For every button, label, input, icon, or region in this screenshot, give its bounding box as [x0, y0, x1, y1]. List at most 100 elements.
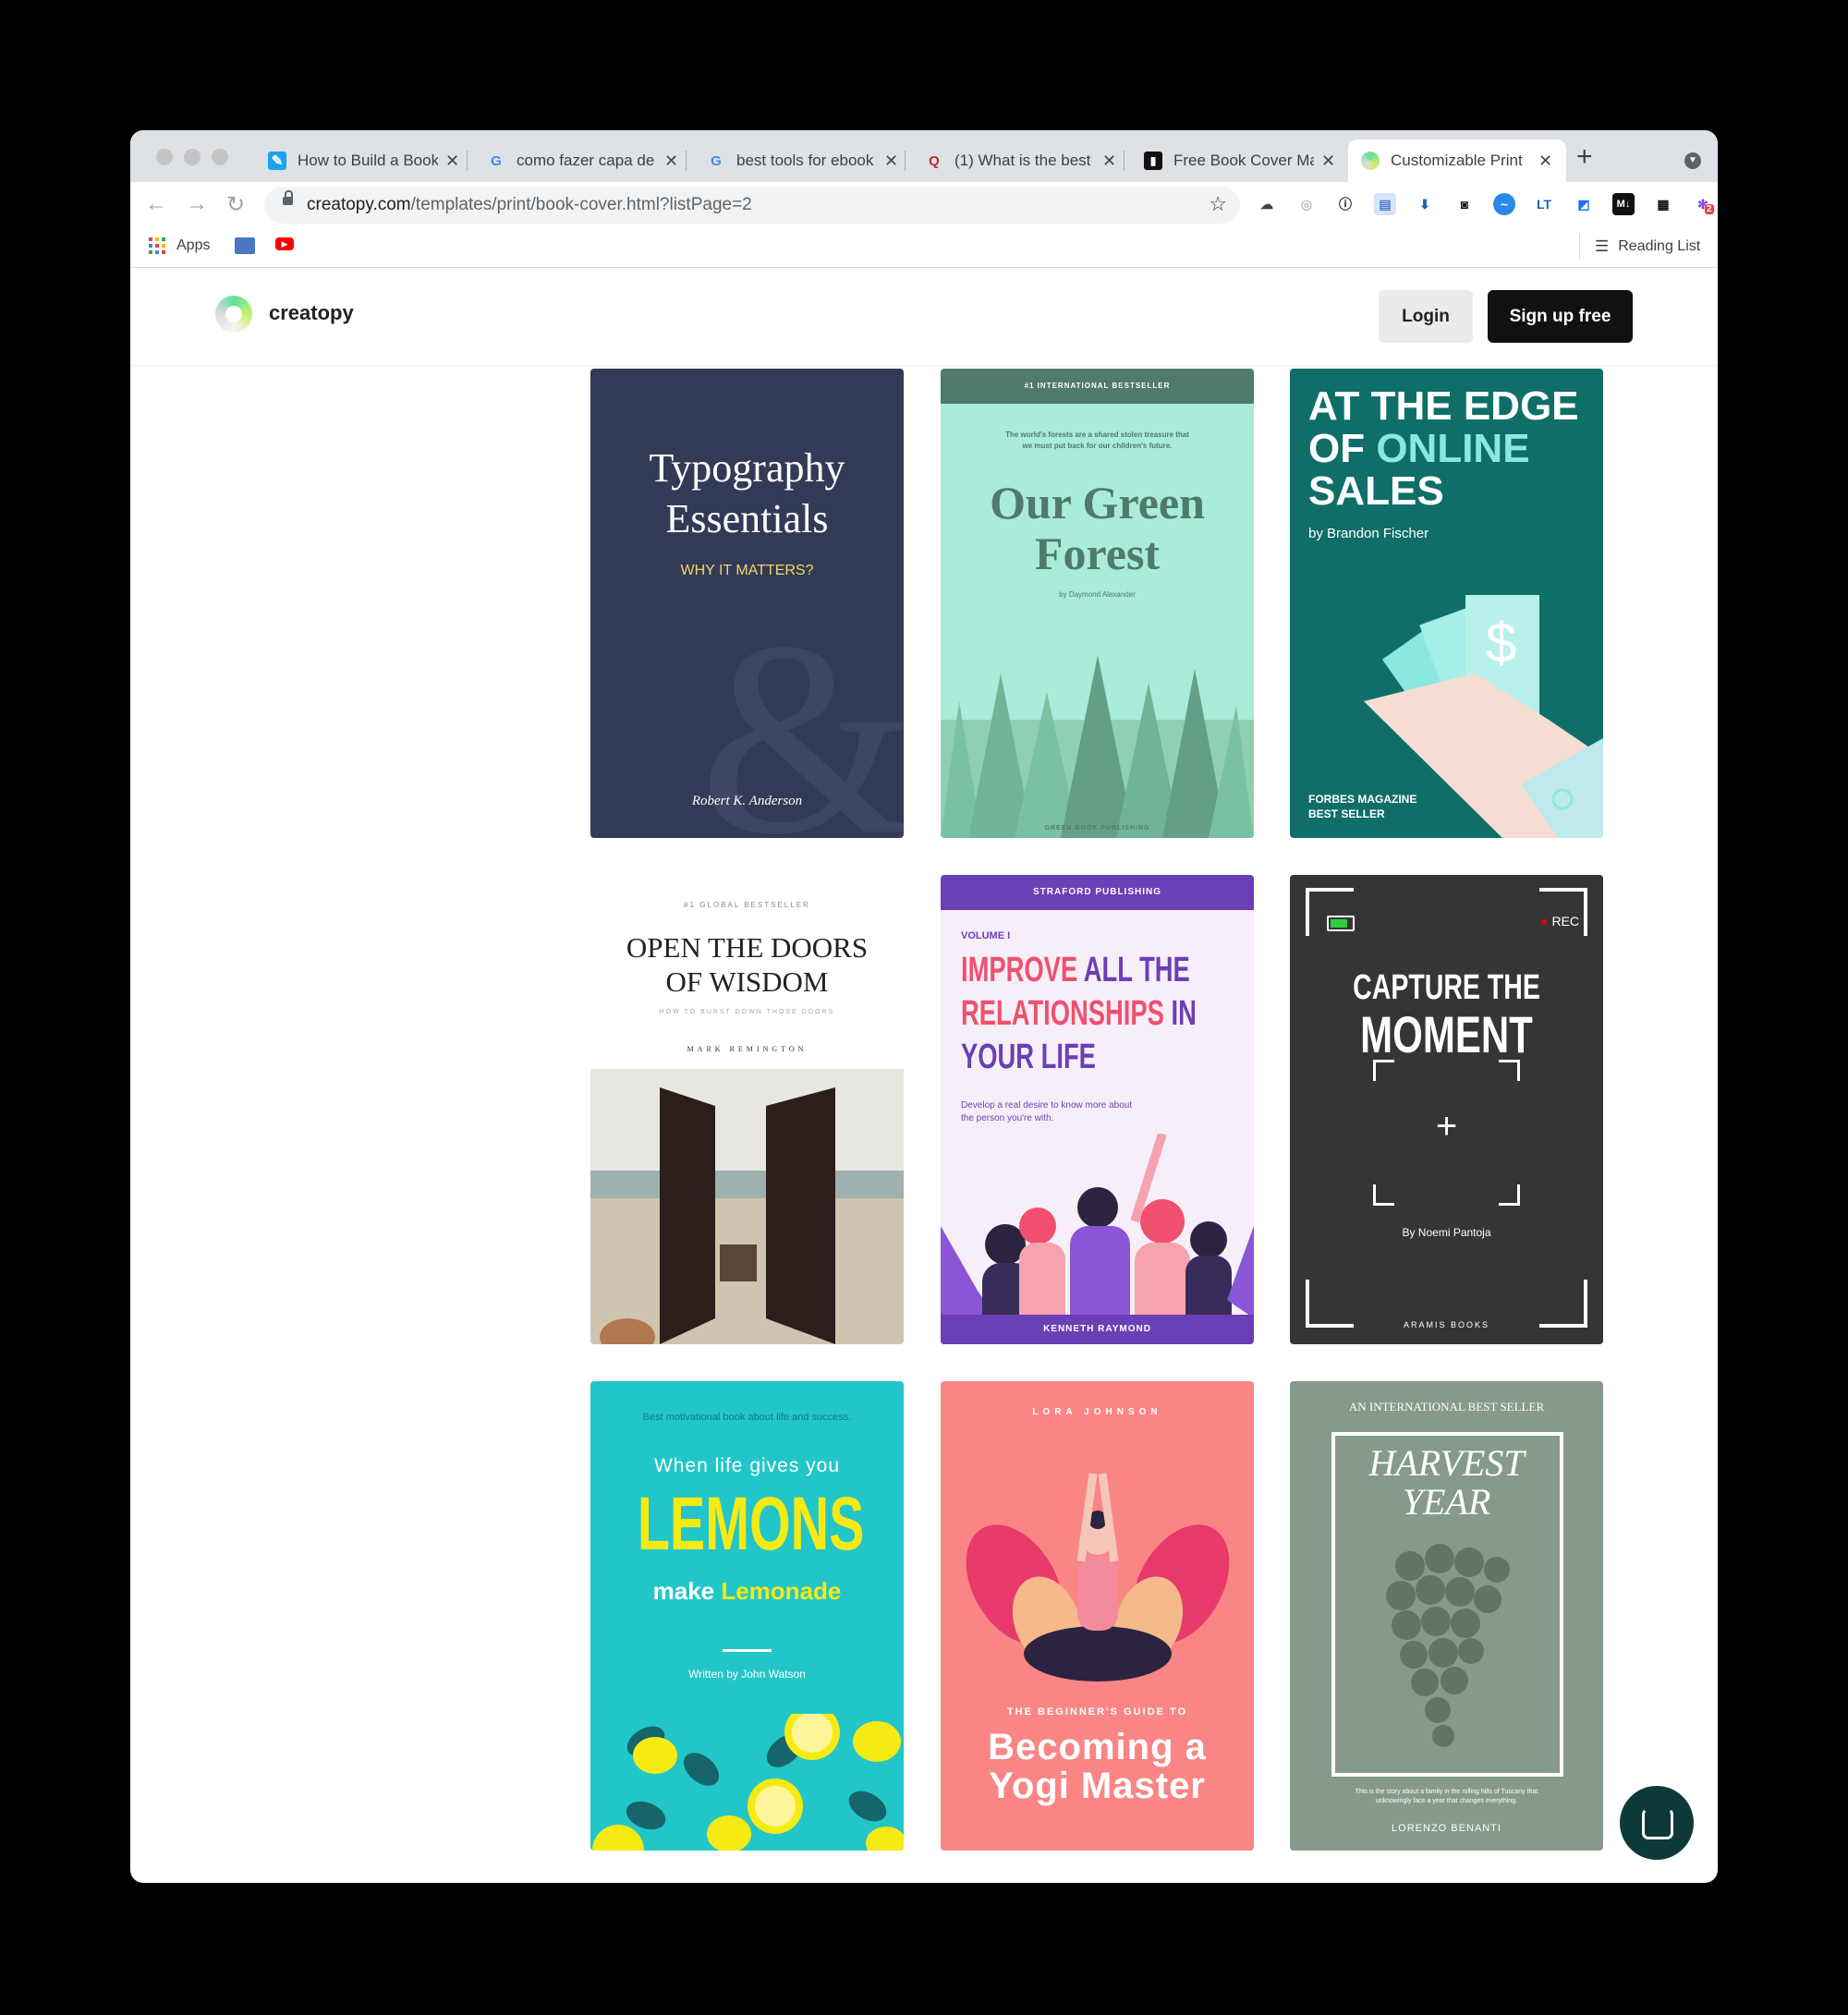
url-path: /templates/print/book-cover.html?listPag…: [410, 195, 752, 214]
cover-subtitle: WHY IT MATTERS?: [680, 563, 814, 578]
bookmark-site-icon: [235, 237, 255, 254]
cover-title: RELATIONSHIPS: [961, 994, 1172, 1033]
site-header: creatopy Login Sign up free: [130, 268, 1718, 366]
cover-author: Written by John Watson: [688, 1668, 806, 1681]
lemons-illustration: [592, 1714, 904, 1851]
template-card-our-green-forest[interactable]: #1 INTERNATIONAL BESTSELLER The world's …: [941, 369, 1254, 838]
close-tab-icon[interactable]: ✕: [1102, 152, 1116, 171]
reading-list-icon: ☰: [1595, 237, 1610, 255]
template-card-relationships[interactable]: STRAFORD PUBLISHING VOLUME I IMPROVE ALL…: [941, 875, 1254, 1344]
new-tab-button[interactable]: +: [1576, 141, 1593, 173]
cover-author: By Noemi Pantoja: [1402, 1226, 1491, 1239]
chat-icon[interactable]: [1620, 1786, 1694, 1860]
zoom-window-button[interactable]: [212, 149, 228, 165]
tab-title: (1) What is the best: [954, 152, 1091, 169]
quora-icon: Q: [929, 152, 940, 169]
tab-divider: [686, 151, 687, 171]
tab-free-book-cover[interactable]: ▮ Free Book Cover Ma ✕: [1131, 140, 1335, 182]
youtube-bookmark[interactable]: ▶: [275, 237, 294, 250]
template-card-capture-moment[interactable]: ● REC CAPTURE THE MOMENT + By Noemi Pant…: [1290, 875, 1603, 1344]
cover-tagline: #1 GLOBAL BESTSELLER: [684, 901, 810, 909]
cover-title: MOMENT: [1360, 1005, 1533, 1063]
template-card-lemons[interactable]: Best motivational book about life and su…: [590, 1381, 904, 1851]
cover-title: Forest: [1034, 528, 1161, 579]
tab-title: Customizable Print: [1391, 152, 1523, 169]
focus-corner: [1499, 1060, 1520, 1081]
cover-author: KENNETH RAYMOND: [941, 1315, 1254, 1344]
tab-search-icon[interactable]: ▼: [1684, 152, 1701, 169]
cover-author: LORENZO BENANTI: [1392, 1823, 1502, 1834]
grapes-illustration: [1386, 1544, 1510, 1747]
template-card-online-sales[interactable]: AT THE EDGE OF ONLINE SALES by Brandon F…: [1290, 369, 1603, 838]
bookmarks-bar: Apps ▶ ☰ Reading List: [130, 228, 1718, 268]
tab-capa[interactable]: G como fazer capa de ✕: [474, 140, 678, 182]
template-card-harvest-year[interactable]: AN INTERNATIONAL BEST SELLER HARVEST YEA…: [1290, 1381, 1603, 1851]
forward-icon[interactable]: →: [186, 191, 208, 217]
focus-corner: [1373, 1060, 1394, 1081]
close-tab-icon[interactable]: ✕: [1538, 152, 1552, 171]
camera-extension-icon[interactable]: ◙: [1453, 193, 1476, 215]
close-tab-icon[interactable]: ✕: [884, 152, 898, 171]
template-card-yogi-master[interactable]: LORA JOHNSON THE BEGINNER'S GUIDE TO Bec…: [941, 1381, 1254, 1851]
tab-build-book[interactable]: ✎ How to Build a Book ✕: [255, 140, 459, 182]
reload-icon[interactable]: ↻: [226, 191, 245, 218]
cover-author: by Daymond Alexander: [1059, 590, 1136, 599]
tab-quora[interactable]: Q (1) What is the best ✕: [912, 140, 1116, 182]
cover-description: unknowingly face a year that changes eve…: [1375, 1798, 1518, 1804]
close-tab-icon[interactable]: ✕: [1321, 152, 1335, 171]
template-card-typography-essentials[interactable]: & Typography Essentials WHY IT MATTERS? …: [590, 369, 904, 838]
close-tab-icon[interactable]: ✕: [445, 152, 459, 171]
cover-title: YEAR: [1402, 1481, 1491, 1523]
signup-button[interactable]: Sign up free: [1488, 290, 1633, 343]
reading-list-button[interactable]: ☰ Reading List: [1579, 234, 1700, 260]
tab-customizable-print[interactable]: Customizable Print ✕: [1348, 140, 1566, 182]
cover-title-highlight: Lemonade: [721, 1577, 842, 1605]
cover-tagline: Best motivational book about life and su…: [642, 1412, 852, 1423]
beach-doors-photo: [590, 1069, 904, 1344]
crosshair-icon: +: [1435, 1106, 1458, 1147]
minimize-window-button[interactable]: [184, 149, 201, 165]
download-extension-icon[interactable]: ⬇: [1414, 193, 1436, 215]
tab-title: Free Book Cover Ma: [1173, 152, 1314, 169]
cover-author: LORA JOHNSON: [1032, 1407, 1162, 1417]
cover-subtitle: When life gives you: [653, 1455, 841, 1476]
address-bar[interactable]: creatopy.com/templates/print/book-cover.…: [264, 187, 1240, 224]
cover-author: by Brandon Fischer: [1308, 526, 1429, 541]
close-window-button[interactable]: [156, 149, 173, 165]
rec-indicator: ● REC: [1540, 914, 1579, 929]
url-text[interactable]: creatopy.com/templates/print/book-cover.…: [307, 195, 752, 215]
cover-title: Yogi Master: [989, 1766, 1206, 1806]
info-extension-icon[interactable]: ⓘ: [1334, 193, 1356, 215]
bookmark-star-icon[interactable]: ☆: [1209, 192, 1227, 216]
markdown-extension-icon[interactable]: M↓: [1612, 193, 1635, 215]
creatopy-logo-icon[interactable]: [215, 296, 252, 333]
cover-title: ALL THE: [1083, 951, 1190, 989]
cloud-extension-icon[interactable]: ☁: [1256, 193, 1278, 215]
lt-extension-icon[interactable]: LT: [1533, 193, 1555, 215]
sparkle-extension-icon[interactable]: ✻ 2: [1692, 193, 1714, 215]
template-card-open-doors[interactable]: #1 GLOBAL BESTSELLER OPEN THE DOORS OF W…: [590, 875, 904, 1344]
cover-title: Essentials: [665, 496, 829, 541]
cover-subtitle: THE BEGINNER'S GUIDE TO: [1006, 1706, 1188, 1718]
cover-description: the person you're with.: [961, 1113, 1054, 1123]
apps-label: Apps: [176, 237, 211, 253]
cover-subtitle: HOW TO BURST DOWN THOSE DOORS: [659, 1009, 835, 1015]
pulse-extension-icon[interactable]: ~: [1493, 193, 1515, 215]
logo-text[interactable]: creatopy: [269, 301, 354, 325]
rec-label: REC: [1551, 914, 1579, 929]
wheel-extension-icon[interactable]: ◎: [1295, 193, 1318, 215]
cover-author: MARK REMINGTON: [687, 1045, 808, 1053]
forest-illustration: [941, 655, 1254, 838]
qr-extension-icon[interactable]: ▦: [1652, 193, 1674, 215]
tab-best-tools[interactable]: G best tools for ebook ✕: [694, 140, 898, 182]
battery-icon: [1327, 916, 1355, 931]
cover-publisher: ARAMIS BOOKS: [1403, 1320, 1490, 1329]
apps-bookmark[interactable]: Apps: [149, 237, 210, 254]
back-icon[interactable]: ←: [145, 191, 167, 217]
doc-extension-icon[interactable]: ▤: [1374, 193, 1396, 215]
cover-title: make: [652, 1577, 722, 1605]
flag-extension-icon[interactable]: ◩: [1573, 193, 1595, 215]
login-button[interactable]: Login: [1379, 290, 1473, 343]
bookmark-item[interactable]: [235, 237, 255, 254]
close-tab-icon[interactable]: ✕: [664, 152, 678, 171]
